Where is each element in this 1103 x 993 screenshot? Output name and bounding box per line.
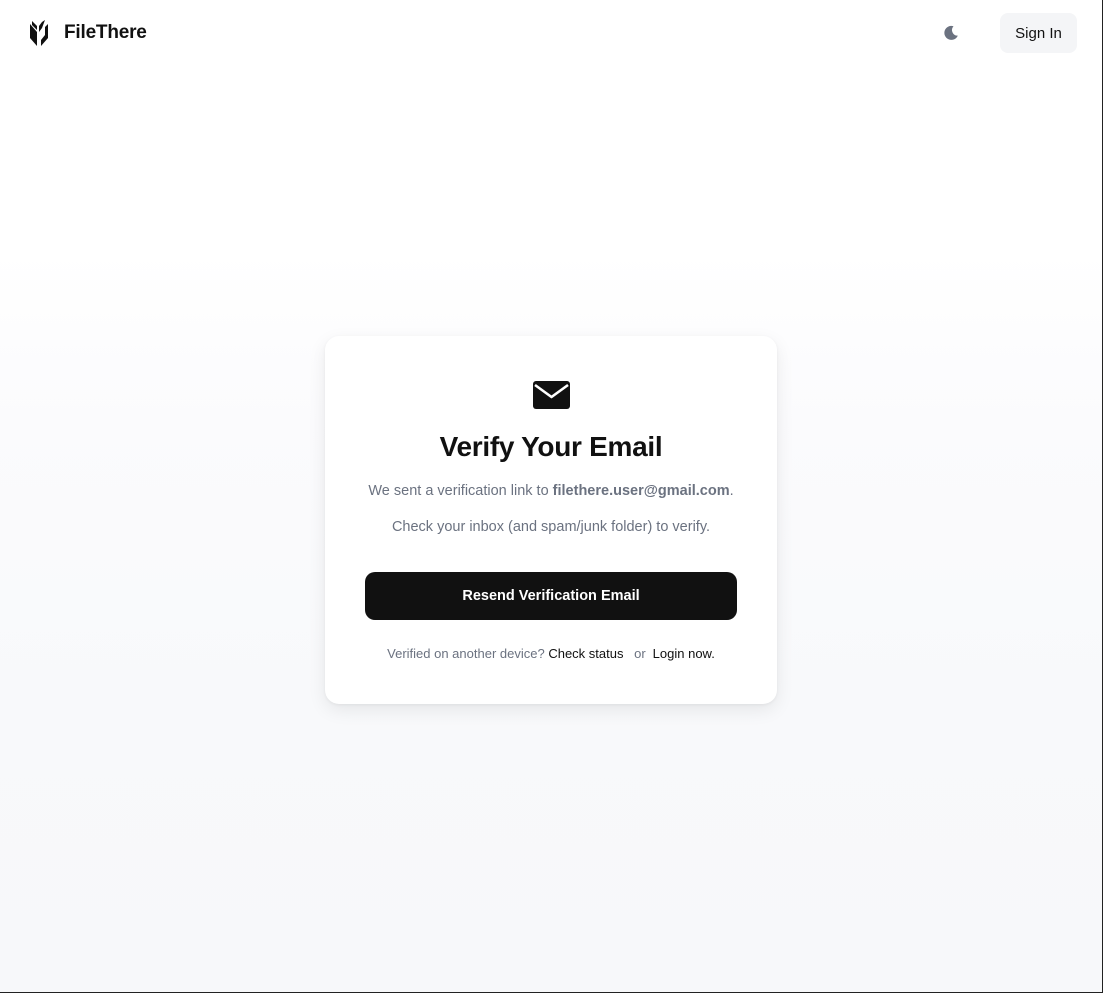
- brand[interactable]: FileThere: [28, 18, 147, 48]
- brand-name: FileThere: [64, 22, 147, 43]
- filethere-logo-icon: [30, 20, 48, 46]
- footer-prefix: Verified on another device?: [387, 646, 545, 661]
- sign-in-button[interactable]: Sign In: [1000, 13, 1077, 53]
- top-nav: FileThere Sign In: [0, 0, 1102, 66]
- verify-email-card: Verify Your Email We sent a verification…: [325, 336, 777, 704]
- sent-message: We sent a verification link to filethere…: [325, 483, 777, 499]
- instructions-text: Check your inbox (and spam/junk folder) …: [391, 519, 711, 535]
- or-separator: or: [634, 646, 646, 661]
- moon-icon: [944, 25, 958, 40]
- alternate-actions: Verified on another device? Check status…: [325, 646, 777, 661]
- resend-verification-button[interactable]: Resend Verification Email: [365, 572, 737, 620]
- sent-suffix: .: [729, 483, 734, 499]
- email-address: filethere.user@gmail.com: [552, 483, 730, 499]
- check-status-link[interactable]: Check status: [548, 646, 623, 661]
- page-title: Verify Your Email: [439, 431, 663, 462]
- envelope-icon: [533, 381, 570, 409]
- sent-prefix: We sent a verification link to: [368, 483, 553, 499]
- theme-toggle-button[interactable]: [938, 20, 964, 46]
- app-window: FileThere Sign In Verify Your Email We s…: [0, 0, 1103, 993]
- login-now-link[interactable]: Login now.: [653, 646, 715, 661]
